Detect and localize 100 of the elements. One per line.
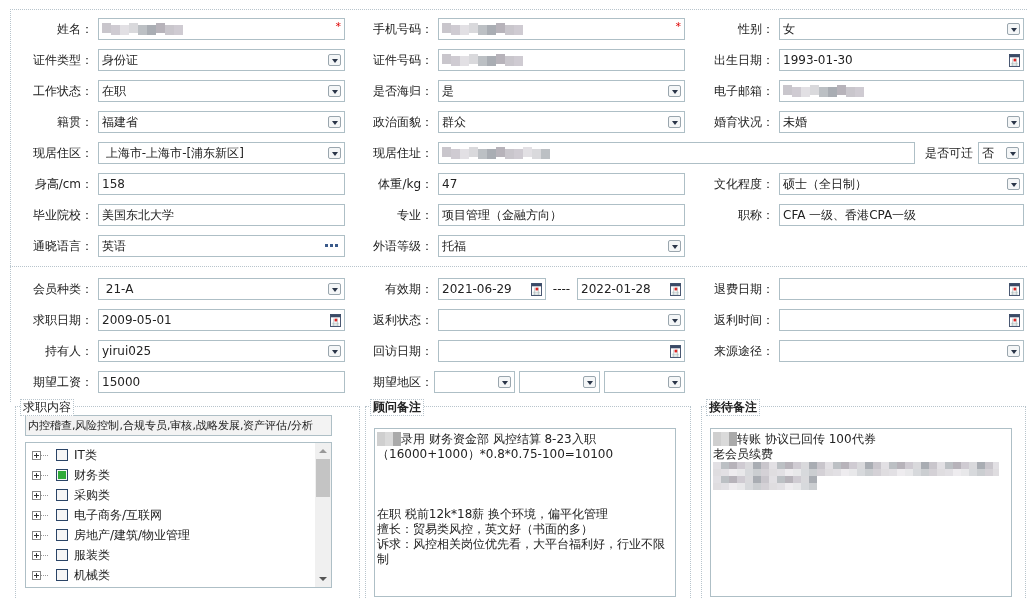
select-field[interactable]: 群众 [438,111,685,133]
caret-icon [1007,23,1020,35]
calendar-icon [1009,313,1020,327]
checkbox[interactable] [56,469,68,481]
expand-icon[interactable] [32,570,41,580]
text-field[interactable]: * [98,18,345,40]
checkbox[interactable] [56,509,68,521]
select-field[interactable] [434,371,515,393]
expand-icon[interactable] [32,470,41,480]
field-label: 来源途径： [713,343,775,360]
select-field[interactable]: 否 [978,142,1024,164]
date-field[interactable]: 2021-06-29 [438,278,546,300]
field-label: 外语等级： [372,238,434,255]
expand-icon[interactable] [32,530,41,540]
field-label: 工作状态： [32,83,94,100]
expand-icon[interactable] [32,550,41,560]
expand-icon[interactable] [32,490,41,500]
text-field[interactable] [438,49,685,71]
expand-icon[interactable] [32,450,41,460]
caret-icon [668,376,681,388]
select-field[interactable]: 硕士（全日制） [779,173,1024,195]
caret-icon [328,283,341,295]
checkbox[interactable] [56,489,68,501]
caret-icon [328,85,341,97]
text-field[interactable]: CFA 一级、香港CPA一级 [779,204,1024,226]
tree-item[interactable]: 服装类 [74,546,110,564]
field-label: 出生日期： [713,52,775,69]
select-field[interactable]: 福建省 [98,111,345,133]
caret-icon [583,376,596,388]
field-label: 职称： [737,207,775,224]
scrollbar[interactable] [315,443,331,587]
select-field[interactable]: 女 [779,18,1024,40]
select-field[interactable]: 21-A [98,278,345,300]
field-label: 电子邮箱： [713,83,775,100]
select-field[interactable]: 在职 [98,80,345,102]
select-field[interactable]: 身份证 [98,49,345,71]
select-field[interactable]: 上海市-上海市-[浦东新区] [98,142,345,164]
panel-title: 接待备注 [706,399,760,416]
date-field[interactable] [438,340,685,362]
summary-field[interactable]: 内控稽查,风险控制,合规专员,审核,战略发展,资产评估/分析 [25,415,332,436]
caret-icon [1006,147,1019,159]
expand-icon[interactable] [32,510,41,520]
tree-item[interactable]: 机械类 [74,566,110,584]
select-field[interactable] [604,371,685,393]
field-label: 证件号码： [372,52,434,69]
date-field[interactable] [779,309,1024,331]
select-field[interactable]: 未婚 [779,111,1024,133]
text-field[interactable]: 47 [438,173,685,195]
select-field[interactable]: 是 [438,80,685,102]
required-mark: * [675,20,681,33]
notes-textarea[interactable]: 录用 财务资金部 风控结算 8-23入职 （16000+1000）*0.8*0.75-100=10100 在职 税前12k*18薪 换个环境，偏平化管理 擅长：贸易类风控，英文好（书面的多） 诉求：风控相关岗位优先看，大平台福利好，行业不限制 [374,428,676,597]
date-field[interactable]: 1993-01-30 [779,49,1024,71]
field-label: 会员种类： [32,281,94,298]
field-label: 是否海归： [372,83,434,100]
select-field[interactable] [779,340,1024,362]
calendar-icon [1009,282,1020,296]
notes-textarea[interactable]: 转账 协议已回传 100代券 老会员续费 [710,428,1012,597]
caret-icon [1007,116,1020,128]
caret-icon [668,85,681,97]
note-text: 诉求：风控相关岗位优先看，大平台福利好，行业不限制 [377,537,666,567]
field-label: 政治面貌： [372,114,434,131]
text-field[interactable]: * [438,18,685,40]
tree-item[interactable]: 采购类 [74,486,110,504]
field-label: 现居住址： [372,145,434,162]
field-label: 姓名： [56,21,94,38]
caret-icon [668,314,681,326]
checkbox[interactable] [56,529,68,541]
text-field[interactable]: 158 [98,173,345,195]
text-field[interactable] [438,142,915,164]
field-label: 是否可迁 [924,145,974,162]
tree-item[interactable]: 财务类 [74,466,110,484]
select-field[interactable] [519,371,600,393]
text-field[interactable]: 项目管理（金融方向） [438,204,685,226]
date-field[interactable] [779,278,1024,300]
date-field[interactable]: 2009-05-01 [98,309,345,331]
caret-icon [328,345,341,357]
text-field[interactable] [779,80,1024,102]
checkbox[interactable] [56,449,68,461]
tree-item[interactable]: IT类 [74,446,97,464]
date-field[interactable]: 2022-01-28 [577,278,685,300]
select-field[interactable]: 托福 [438,235,685,257]
field-label: 求职日期： [32,312,94,329]
field-label: 身高/cm： [33,176,94,193]
panel-title: 顾问备注 [370,399,424,416]
select-field[interactable] [438,309,685,331]
note-text: 转账 协议已回传 100代券 [737,432,877,447]
field-label: 回访日期： [372,343,434,360]
caret-icon [328,147,341,159]
text-field[interactable]: 15000 [98,371,345,393]
tree-item[interactable]: 房地产/建筑/物业管理 [74,526,191,544]
range-separator: ---- [551,282,572,296]
ellipsis-icon [325,244,339,248]
select-field[interactable]: yirui025 [98,340,345,362]
caret-icon [328,54,341,66]
checkbox[interactable] [56,569,68,581]
field-label: 持有人： [44,343,94,360]
tree-item[interactable]: 电子商务/互联网 [74,506,163,524]
text-field[interactable]: 美国东北大学 [98,204,345,226]
text-field[interactable]: 英语 [98,235,345,257]
checkbox[interactable] [56,549,68,561]
